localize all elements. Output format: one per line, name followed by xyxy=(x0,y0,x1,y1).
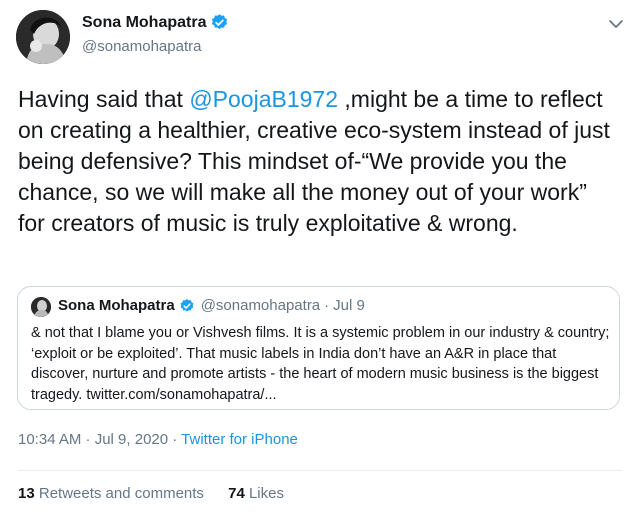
author-name[interactable]: Sona Mohapatra xyxy=(82,14,206,32)
avatar[interactable] xyxy=(16,10,70,64)
quoted-author-name: Sona Mohapatra xyxy=(58,297,175,314)
likes-stat[interactable]: 74 Likes xyxy=(228,485,284,502)
retweets-count: 13 xyxy=(18,485,35,502)
verified-badge-icon xyxy=(212,14,228,30)
quoted-avatar xyxy=(31,297,51,317)
tweet-source-link[interactable]: Twitter for iPhone xyxy=(181,431,298,448)
verified-badge-icon xyxy=(180,298,194,312)
author-name-row[interactable]: Sona Mohapatra xyxy=(82,13,229,32)
tweet-text: Having said that @PoojaB1972 ,might be a… xyxy=(18,84,618,239)
quoted-date: Jul 9 xyxy=(333,297,365,314)
likes-count: 74 xyxy=(228,485,245,502)
mention-link[interactable]: @PoojaB1972 xyxy=(189,86,338,112)
chevron-down-icon[interactable] xyxy=(606,14,626,34)
tweet-timestamp[interactable]: 10:34 AM · Jul 9, 2020 xyxy=(18,431,168,448)
tweet-meta: 10:34 AM · Jul 9, 2020 · Twitter for iPh… xyxy=(18,431,298,448)
divider xyxy=(18,470,622,471)
avatar-photo xyxy=(16,10,70,64)
tweet-stats: 13 Retweets and comments 74 Likes xyxy=(18,485,304,502)
quoted-separator-dot: · xyxy=(324,297,330,314)
quoted-author-handle: @sonamohapatra xyxy=(200,297,321,314)
retweets-label: Retweets and comments xyxy=(34,485,204,502)
quoted-avatar-photo xyxy=(31,297,51,317)
meta-separator: · xyxy=(168,431,182,448)
likes-label: Likes xyxy=(244,485,284,502)
tweet-text-before: Having said that xyxy=(18,86,190,112)
quoted-header: Sona Mohapatra @sonamohapatra · Jul 9 xyxy=(58,297,365,314)
quoted-text: & not that I blame you or Vishvesh films… xyxy=(31,325,610,403)
quoted-tweet[interactable]: Sona Mohapatra @sonamohapatra · Jul 9 & … xyxy=(17,286,620,410)
retweets-stat[interactable]: 13 Retweets and comments xyxy=(18,485,204,502)
author-handle[interactable]: @sonamohapatra xyxy=(82,38,201,55)
